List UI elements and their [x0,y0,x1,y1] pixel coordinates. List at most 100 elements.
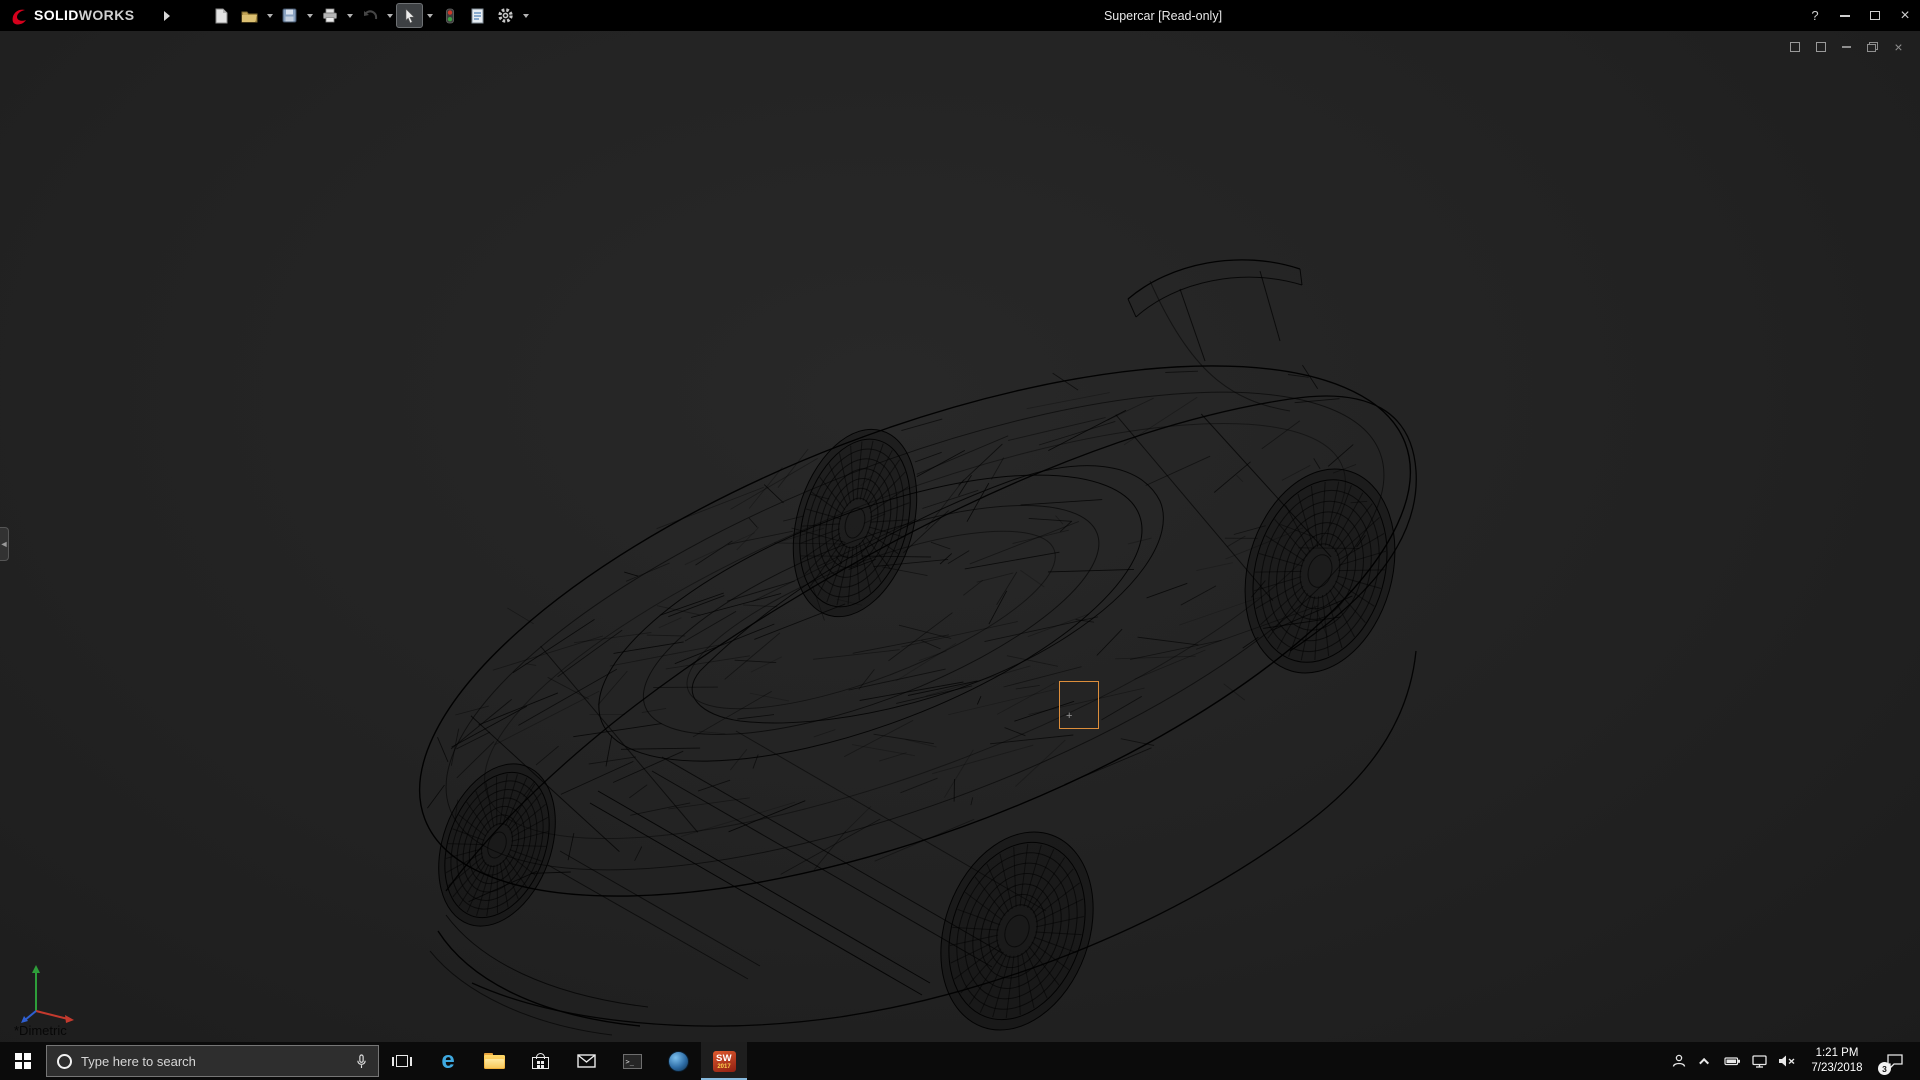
print-dropdown-arrow[interactable] [344,3,355,28]
volume-button[interactable] [1773,1042,1800,1080]
save-icon [282,8,297,23]
minimize-icon [1840,15,1850,17]
open-folder-icon [241,9,258,23]
wheel-wireframe [773,415,937,632]
microphone-icon[interactable] [355,1053,368,1070]
file-explorer-icon [484,1053,505,1069]
wireframe-car-model [0,31,1920,1042]
chevron-up-icon [1699,1057,1709,1067]
doc-window-icon-1[interactable] [1787,40,1802,53]
store-icon [532,1053,549,1069]
viewport-flyout-handle[interactable]: ◄ [0,527,9,561]
task-view-button[interactable] [379,1042,425,1080]
selection-box: + [1059,681,1099,729]
edge-icon: e [441,1049,454,1073]
doc-restore-icon [1867,42,1878,52]
maximize-icon [1870,11,1880,20]
taskbar-mail-button[interactable] [563,1042,609,1080]
window-controls: ? × [1800,0,1920,31]
taskbar-file-explorer-button[interactable] [471,1042,517,1080]
gear-icon [497,7,514,24]
network-button[interactable] [1746,1042,1773,1080]
select-dropdown-arrow[interactable] [424,3,435,28]
taskbar-solidworks-button[interactable]: SW 2017 [701,1042,747,1080]
mail-icon [577,1054,596,1068]
people-icon [1671,1053,1687,1069]
print-button[interactable] [316,3,343,28]
save-dropdown-arrow[interactable] [304,3,315,28]
taskbar-search-box[interactable] [46,1045,379,1077]
help-button[interactable]: ? [1800,0,1830,31]
main-toolbar [208,3,531,28]
pane-icon [1816,42,1826,52]
doc-minimize-icon [1842,46,1851,48]
wheel-wireframe [1222,451,1418,691]
document-title: Supercar [Read-only] [1104,0,1222,31]
command-prompt-icon: >_ [623,1054,642,1069]
file-properties-icon [471,8,484,24]
graphics-viewport[interactable]: × + *Dimetric ◄ [0,31,1920,1042]
rebuild-icon [445,8,455,24]
undo-icon [362,9,378,23]
doc-window-icon-2[interactable] [1813,40,1828,53]
options-button[interactable] [492,3,519,28]
taskbar-edge-button[interactable]: e [425,1042,471,1080]
doc-restore-button[interactable] [1865,40,1880,53]
solidworks-logo: SOLIDWORKS [0,6,158,26]
undo-button[interactable] [356,3,383,28]
action-center-button[interactable]: 3 [1874,1042,1916,1080]
wheel-wireframe [914,811,1119,1042]
cortana-icon [57,1054,72,1069]
battery-icon [1724,1053,1741,1069]
new-document-icon [214,8,229,24]
system-tray: 1:21 PM 7/23/2018 3 [1665,1042,1920,1080]
pane-icon [1790,42,1800,52]
open-dropdown-arrow[interactable] [264,3,275,28]
taskbar-sphere-app-button[interactable] [655,1042,701,1080]
doc-close-icon: × [1894,40,1902,54]
file-properties-button[interactable] [464,3,491,28]
task-view-icon [392,1055,412,1067]
doc-minimize-button[interactable] [1839,40,1854,53]
logo-text-primary: SOLID [34,7,79,23]
doc-close-button[interactable]: × [1891,40,1906,53]
people-button[interactable] [1665,1042,1692,1080]
open-button[interactable] [236,3,263,28]
rebuild-button[interactable] [436,3,463,28]
taskbar-command-prompt-button[interactable]: >_ [609,1042,655,1080]
windows-taskbar: e >_ SW 2017 [0,1042,1920,1080]
save-button[interactable] [276,3,303,28]
clock-date: 7/23/2018 [1800,1061,1874,1076]
taskbar-store-button[interactable] [517,1042,563,1080]
clock-time: 1:21 PM [1800,1046,1874,1061]
menu-expand-arrow[interactable] [164,11,170,21]
view-orientation-label: *Dimetric [14,1023,67,1038]
battery-button[interactable] [1719,1042,1746,1080]
show-hidden-icons-button[interactable] [1692,1042,1719,1080]
close-icon: × [1900,8,1909,24]
title-bar: SOLIDWORKS [0,0,1920,31]
minimize-button[interactable] [1830,0,1860,31]
volume-muted-icon [1777,1053,1796,1069]
solidworks-logo-icon [10,6,30,26]
options-dropdown-arrow[interactable] [520,3,531,28]
wheel-wireframe [418,748,577,943]
search-input[interactable] [81,1054,346,1069]
windows-logo-icon [15,1053,31,1069]
notification-badge: 3 [1878,1062,1891,1075]
start-button[interactable] [0,1042,46,1080]
logo-text-secondary: WORKS [79,7,135,23]
solidworks-app-icon: SW 2017 [713,1051,736,1072]
select-cursor-icon [403,8,416,24]
orientation-triad [16,959,86,1025]
taskbar-clock[interactable]: 1:21 PM 7/23/2018 [1800,1046,1874,1076]
close-button[interactable]: × [1890,0,1920,31]
undo-dropdown-arrow[interactable] [384,3,395,28]
sphere-app-icon [668,1051,689,1072]
print-icon [322,8,338,23]
select-button[interactable] [396,3,423,28]
document-window-controls: × [1787,40,1906,53]
selection-cursor-icon: + [1066,710,1072,722]
maximize-button[interactable] [1860,0,1890,31]
new-document-button[interactable] [208,3,235,28]
